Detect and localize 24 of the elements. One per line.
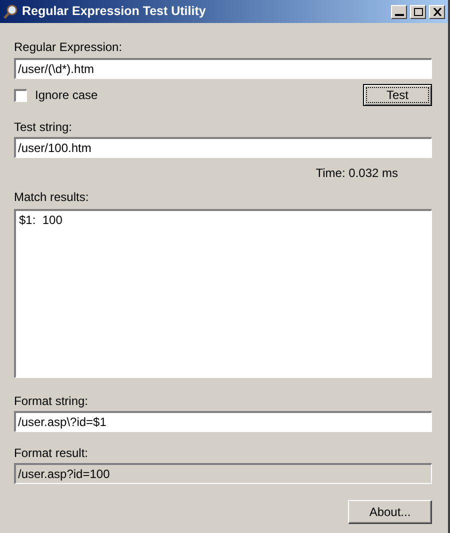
format-string-field[interactable]: /user.asp\?id=$1 (14, 411, 432, 432)
about-button[interactable]: About... (348, 500, 432, 524)
window-title: Regular Expression Test Utility (22, 3, 207, 20)
minimize-icon (394, 14, 404, 16)
ignore-case-checkbox[interactable] (14, 88, 27, 102)
magnifier-icon (3, 4, 19, 20)
regex-label: Regular Expression: (14, 40, 122, 54)
minimize-button[interactable] (391, 4, 407, 18)
test-string-label: Test string: (14, 120, 72, 134)
close-icon (432, 8, 442, 16)
test-button[interactable]: Test (363, 84, 432, 106)
test-string-field[interactable]: /user/100.htm (14, 137, 432, 158)
maximize-button[interactable] (410, 4, 426, 18)
match-results-label: Match results: (14, 190, 89, 204)
maximize-icon (414, 8, 422, 16)
close-button[interactable] (429, 4, 445, 18)
format-result-label: Format result: (14, 446, 88, 460)
match-result-line: $1: 100 (19, 213, 62, 227)
format-result-field[interactable]: /user.asp?id=100 (14, 463, 432, 484)
match-results-box[interactable]: $1: 100 (14, 209, 432, 378)
time-label: Time: 0.032 ms (316, 166, 398, 180)
regex-field[interactable]: /user/(\d*).htm (14, 58, 432, 79)
format-string-label: Format string: (14, 394, 88, 408)
ignore-case-label: Ignore case (35, 88, 99, 102)
